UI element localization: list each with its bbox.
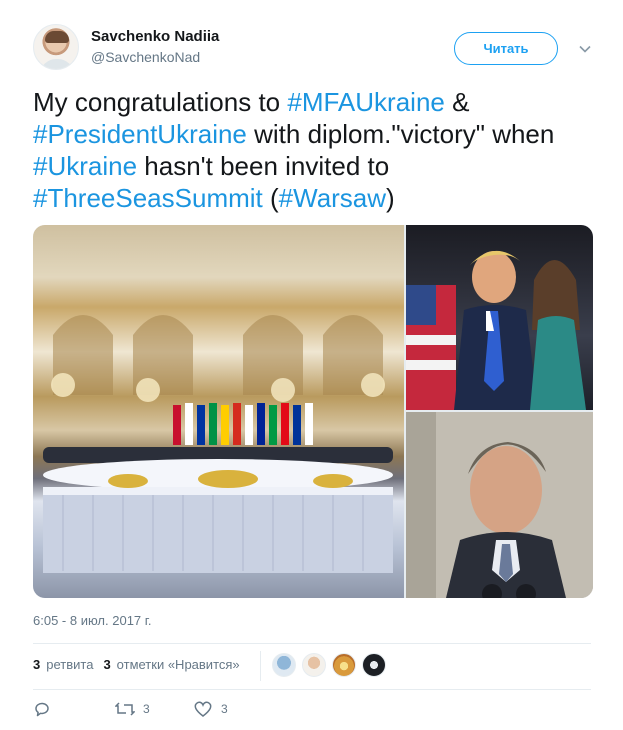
photo-summit-hall[interactable]: [33, 225, 404, 598]
stats-separator: [260, 651, 261, 681]
avatar-hair: [45, 31, 69, 43]
likes-count: 3: [103, 657, 111, 672]
author-name[interactable]: Savchenko Nadiia: [91, 28, 219, 45]
tweet-timestamp[interactable]: 6:05 - 8 июл. 2017 г.: [33, 613, 152, 628]
avatar-shirt: [40, 59, 74, 69]
tweet-card: Savchenko Nadiia @SavchenkoNad Читать My…: [0, 0, 623, 730]
photo-poroshenko[interactable]: [406, 412, 593, 598]
media-grid: [33, 225, 593, 598]
tweet-text-part: My congratulations to: [33, 87, 288, 117]
tweet-text-part: (: [262, 183, 279, 213]
liker-avatar[interactable]: [332, 653, 356, 677]
like-count: 3: [221, 702, 228, 716]
follow-button[interactable]: Читать: [454, 32, 558, 65]
likers-avatars: [272, 653, 392, 677]
retweets-label: ретвита: [46, 657, 94, 672]
liker-avatar[interactable]: [362, 653, 386, 677]
like-button[interactable]: 3: [193, 700, 228, 718]
likes-label: отметки «Нравится»: [116, 657, 240, 672]
hashtag-link[interactable]: #Warsaw: [279, 183, 386, 213]
retweets-stat[interactable]: 3 ретвита: [33, 657, 93, 672]
hashtag-link[interactable]: #Ukraine: [33, 151, 137, 181]
divider: [33, 643, 591, 644]
chevron-down-icon[interactable]: [578, 42, 592, 56]
liker-avatar[interactable]: [302, 653, 326, 677]
hashtag-link[interactable]: #ThreeSeasSummit: [33, 183, 263, 213]
hashtag-link[interactable]: #PresidentUkraine: [33, 119, 247, 149]
retweets-count: 3: [33, 657, 41, 672]
tweet-text-part: ): [386, 183, 395, 213]
hashtag-link[interactable]: #MFAUkraine: [287, 87, 445, 117]
tweet-text-part: with diplom."victory" when: [246, 119, 555, 149]
author-handle[interactable]: @SavchenkoNad: [91, 49, 200, 65]
photo-trump[interactable]: [406, 225, 593, 410]
tweet-stats: 3 ретвита 3 отметки «Нравится»: [33, 657, 250, 672]
author-avatar[interactable]: [33, 24, 79, 70]
tweet-text-part: hasn't been invited to: [137, 151, 390, 181]
heart-icon: [193, 700, 213, 718]
reply-icon: [33, 700, 51, 718]
tweet-text: My congratulations to #MFAUkraine & #Pre…: [33, 86, 603, 214]
retweet-button[interactable]: 3: [115, 700, 150, 718]
tweet-actions: 3 3: [33, 700, 333, 722]
reply-button[interactable]: [33, 700, 51, 718]
retweet-icon: [115, 700, 135, 718]
divider: [33, 689, 591, 690]
tweet-text-part: &: [444, 87, 470, 117]
retweet-count: 3: [143, 702, 150, 716]
likes-stat[interactable]: 3 отметки «Нравится»: [103, 657, 239, 672]
liker-avatar[interactable]: [272, 653, 296, 677]
